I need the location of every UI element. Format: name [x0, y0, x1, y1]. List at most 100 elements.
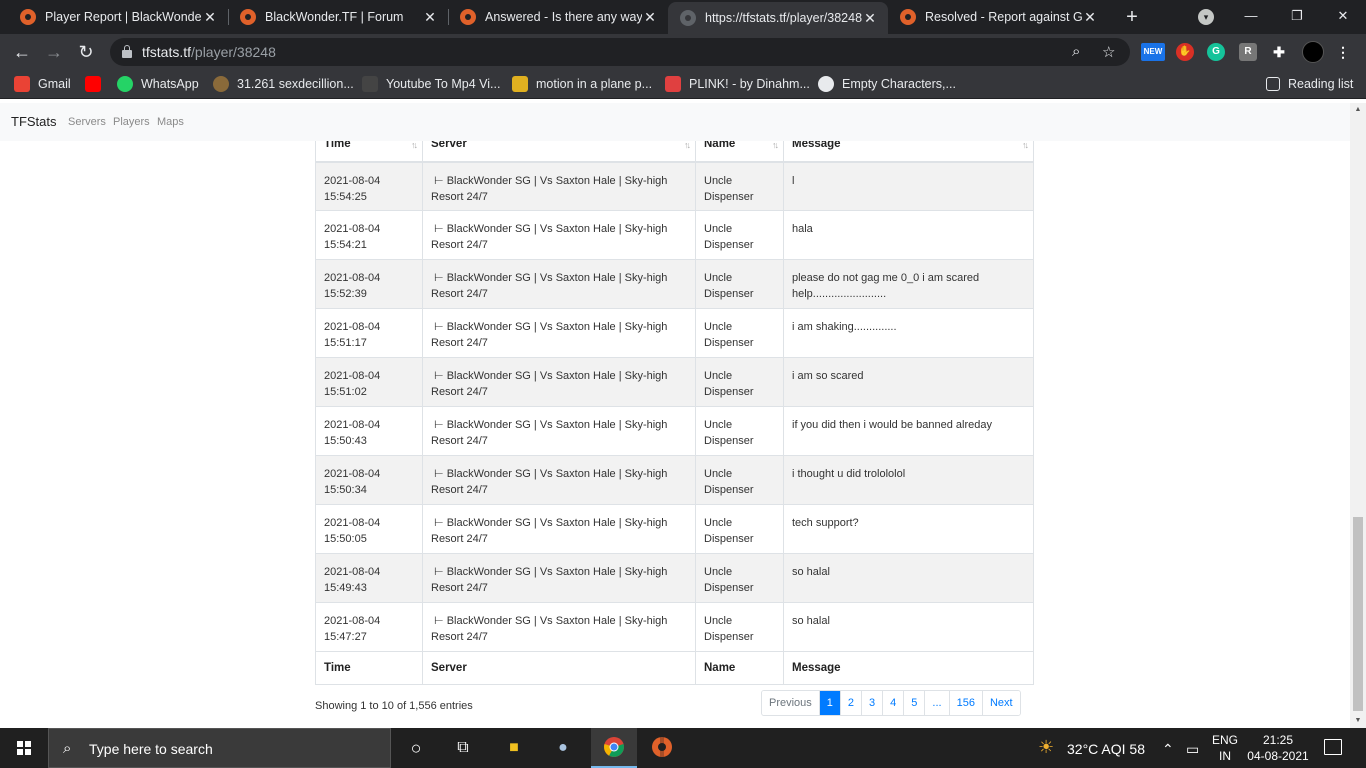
cell-name[interactable]: Uncle Dispenser	[695, 357, 784, 407]
close-tab-icon[interactable]: ✕	[202, 9, 218, 26]
cell-message: if you did then i would be banned alreda…	[783, 406, 1034, 456]
new-tab-button[interactable]: +	[1120, 5, 1144, 29]
pagination-next[interactable]: Next	[981, 691, 1020, 715]
cell-name[interactable]: Uncle Dispenser	[695, 455, 784, 505]
menu-kebab-icon[interactable]: ⋮	[1334, 43, 1352, 61]
site-brand[interactable]: TFStats	[11, 114, 57, 129]
cell-message: so halal	[783, 553, 1034, 603]
cell-name[interactable]: Uncle Dispenser	[695, 553, 784, 603]
cell-message: so halal	[783, 602, 1034, 652]
tab-bar: Player Report | BlackWonder.TF ✕ BlackWo…	[0, 0, 1366, 34]
address-bar[interactable]: tfstats.tf/player/38248 ⌕ ☆	[110, 38, 1130, 66]
cell-name[interactable]: Uncle Dispenser	[695, 210, 784, 260]
cell-name[interactable]: Uncle Dispenser	[695, 406, 784, 456]
cell-name[interactable]: Uncle Dispenser	[695, 602, 784, 652]
nav-players[interactable]: Players	[113, 116, 150, 128]
tf2-app-icon[interactable]	[650, 736, 674, 760]
notification-icon[interactable]	[1324, 739, 1342, 755]
site-navbar: TFStats Servers Players Maps	[0, 103, 1350, 141]
weather-icon[interactable]: ☀	[1038, 737, 1054, 758]
nav-maps[interactable]: Maps	[157, 116, 184, 128]
windows-taskbar: ⌕ Type here to search ○ ⧉ ■ ● ☀ 32°C AQI…	[0, 728, 1366, 768]
scrollbar-thumb[interactable]	[1353, 517, 1363, 711]
page-scrollbar[interactable]: ▲ ▼	[1350, 103, 1366, 728]
close-tab-icon[interactable]: ✕	[642, 9, 658, 26]
bookmark-motion[interactable]: motion in a plane p...	[512, 75, 652, 93]
file-explorer-icon[interactable]: ■	[502, 736, 526, 760]
tab-player-report[interactable]: Player Report | BlackWonder.TF ✕	[0, 0, 228, 34]
zoom-search-icon[interactable]: ⌕	[1072, 43, 1080, 60]
bookmark-youtube-mp4[interactable]: Youtube To Mp4 Vi...	[362, 75, 500, 93]
adblock-icon[interactable]: ✋	[1176, 43, 1194, 61]
network-icon[interactable]: ▭	[1186, 741, 1199, 758]
pagination-page[interactable]: 5	[903, 691, 925, 715]
gmail-icon	[14, 76, 30, 92]
bookmark-empty-characters[interactable]: Empty Characters,...	[818, 75, 956, 93]
table-row: 2021-08-04 15:50:05 󠀠 ⊢ BlackWonder SG | V…	[315, 504, 1034, 554]
cell-server: 󠀠 ⊢ BlackWonder SG | Vs Saxton Hale | Sk…	[422, 455, 696, 505]
bookmark-gmail[interactable]: Gmail	[14, 75, 71, 93]
scroll-up-arrow-icon[interactable]: ▲	[1350, 103, 1366, 117]
close-tab-icon[interactable]: ✕	[862, 10, 878, 27]
forward-arrow-icon[interactable]: →	[42, 40, 66, 64]
close-tab-icon[interactable]: ✕	[422, 9, 438, 26]
extensions-puzzle-icon[interactable]: ✚	[1270, 43, 1288, 61]
url-text[interactable]: tfstats.tf/player/38248	[142, 44, 276, 60]
bookmark-plink[interactable]: PLINK! - by Dinahm...	[665, 75, 810, 93]
clock[interactable]: 21:25 04-08-2021	[1245, 732, 1311, 764]
close-tab-icon[interactable]: ✕	[1082, 9, 1098, 26]
steam-icon[interactable]: ●	[551, 736, 575, 760]
table-row: 2021-08-04 15:51:02 󠀠 ⊢ BlackWonder SG | V…	[315, 357, 1034, 407]
grammarly-icon[interactable]: G	[1207, 43, 1225, 61]
nav-servers[interactable]: Servers	[68, 116, 106, 128]
extension-r-icon[interactable]: R	[1239, 43, 1257, 61]
task-view-icon[interactable]: ⧉	[451, 736, 475, 760]
start-button[interactable]	[0, 728, 48, 768]
tab-tfstats[interactable]: https://tfstats.tf/player/38248 ✕	[668, 2, 888, 34]
lock-icon[interactable]	[122, 45, 132, 58]
cortana-icon[interactable]: ○	[404, 736, 428, 760]
close-window-button[interactable]: ✕	[1320, 0, 1366, 34]
tab-resolved[interactable]: Resolved - Report against GA ✕	[880, 0, 1108, 34]
weather-text[interactable]: 32°C AQI 58	[1067, 741, 1145, 757]
tab-answered[interactable]: Answered - Is there any way I ✕	[440, 0, 668, 34]
chrome-icon[interactable]	[602, 736, 626, 760]
profile-avatar[interactable]	[1302, 41, 1324, 63]
cell-name[interactable]: Uncle Dispenser	[695, 504, 784, 554]
sort-icon: ↑↓	[1022, 140, 1029, 150]
bookmark-star-icon[interactable]: ☆	[1102, 43, 1115, 61]
entries-info: Showing 1 to 10 of 1,556 entries	[315, 700, 473, 712]
scroll-down-arrow-icon[interactable]: ▼	[1350, 714, 1366, 728]
bookmark-sexdecillion[interactable]: 31.261 sexdecillion...	[213, 75, 354, 93]
reading-list-button[interactable]: Reading list	[1266, 75, 1353, 93]
bookmark-youtube[interactable]	[85, 75, 109, 93]
minimize-button[interactable]: —	[1228, 0, 1274, 34]
pagination-page[interactable]: 4	[882, 691, 904, 715]
cell-name[interactable]: Uncle Dispenser	[695, 259, 784, 309]
bookmarks-bar: Gmail WhatsApp 31.261 sexdecillion... Yo…	[0, 70, 1366, 99]
reading-list-icon	[1266, 77, 1280, 91]
pagination-page[interactable]: 3	[861, 691, 883, 715]
tf2-logo-icon	[460, 9, 476, 25]
sort-icon: ↑↓	[772, 140, 779, 150]
cell-name[interactable]: Uncle Dispenser	[695, 161, 784, 211]
cell-server: 󠀠 ⊢ BlackWonder SG | Vs Saxton Hale | Sk…	[422, 504, 696, 554]
taskbar-search[interactable]: ⌕ Type here to search	[48, 728, 391, 768]
tab-title: https://tfstats.tf/player/38248	[705, 11, 862, 25]
pagination-page[interactable]: 1	[818, 691, 840, 715]
tab-forum[interactable]: BlackWonder.TF | Forum ✕	[220, 0, 448, 34]
cell-name[interactable]: Uncle Dispenser	[695, 308, 784, 358]
new-extension-icon[interactable]: NEW	[1141, 43, 1165, 61]
cell-time: 2021-08-04 15:51:02	[315, 357, 423, 407]
reload-icon[interactable]: ↻	[74, 40, 98, 64]
pagination-page[interactable]: 156	[948, 691, 982, 715]
restore-button[interactable]: ❐	[1274, 0, 1320, 34]
tab-search-icon[interactable]: ▾	[1198, 9, 1214, 25]
globe-icon	[680, 10, 696, 26]
back-arrow-icon[interactable]: ←	[10, 40, 34, 64]
show-hidden-icons-icon[interactable]: ⌃	[1162, 741, 1174, 758]
language-indicator[interactable]: ENG IN	[1210, 732, 1240, 764]
bookmark-whatsapp[interactable]: WhatsApp	[117, 75, 199, 93]
pagination-previous[interactable]: Previous	[762, 691, 819, 715]
pagination-page[interactable]: 2	[839, 691, 862, 715]
